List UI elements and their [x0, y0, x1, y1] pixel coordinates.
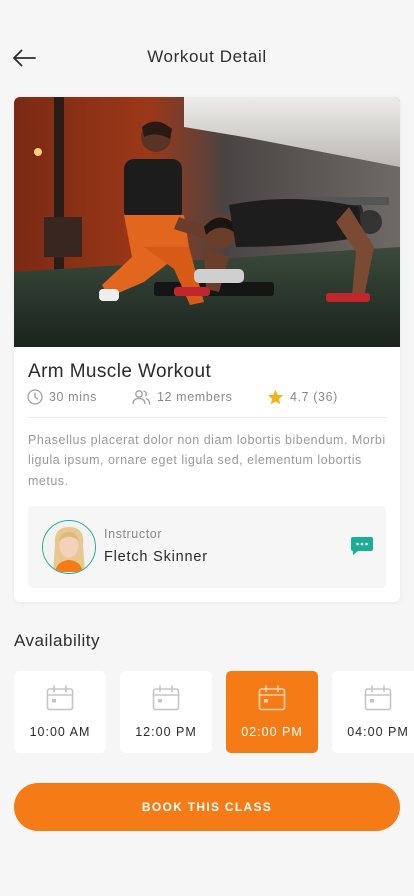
workout-description: Phasellus placerat dolor non diam lobort… — [28, 433, 386, 488]
availability-title: Availability — [14, 631, 101, 650]
workout-title: Arm Muscle Workout — [28, 361, 212, 382]
instructor-name: Fletch Skinner — [104, 549, 208, 565]
calendar-icon — [258, 685, 286, 711]
slot-time-label: 10:00 AM — [29, 725, 91, 739]
time-slot-list: 10:00 AM 12:00 PM 02:00 PM 04:00 PM — [14, 671, 414, 753]
divider — [28, 417, 387, 418]
rating-info: 4.7 (36) — [267, 388, 338, 406]
workout-card: Arm Muscle Workout 30 mins 12 members 4.… — [14, 97, 400, 602]
chat-button[interactable] — [350, 535, 374, 557]
slot-time-label: 12:00 PM — [135, 725, 197, 739]
instructor-label: Instructor — [104, 527, 163, 541]
calendar-icon — [152, 685, 180, 711]
calendar-icon — [364, 685, 392, 711]
duration-info: 30 mins — [27, 388, 97, 406]
instructor-avatar — [42, 520, 96, 574]
time-slot[interactable]: 10:00 AM — [14, 671, 106, 753]
book-class-button[interactable]: BOOK THIS CLASS — [14, 783, 400, 831]
users-icon — [132, 390, 151, 405]
star-icon — [267, 389, 284, 405]
slot-time-label: 04:00 PM — [347, 725, 409, 739]
page-title: Workout Detail — [147, 47, 267, 66]
time-slot[interactable]: 12:00 PM — [120, 671, 212, 753]
chat-bubble-icon — [351, 537, 373, 555]
rating-text: 4.7 (36) — [290, 390, 338, 404]
time-slot[interactable]: 04:00 PM — [332, 671, 414, 753]
clock-icon — [27, 389, 43, 405]
members-info: 12 members — [131, 388, 232, 406]
duration-text: 30 mins — [49, 390, 97, 404]
members-text: 12 members — [157, 390, 233, 404]
instructor-card[interactable]: Instructor Fletch Skinner — [28, 506, 386, 588]
workout-hero-image — [14, 97, 400, 347]
calendar-icon — [46, 685, 74, 711]
slot-time-label: 02:00 PM — [241, 725, 303, 739]
time-slot-selected[interactable]: 02:00 PM — [226, 671, 318, 753]
